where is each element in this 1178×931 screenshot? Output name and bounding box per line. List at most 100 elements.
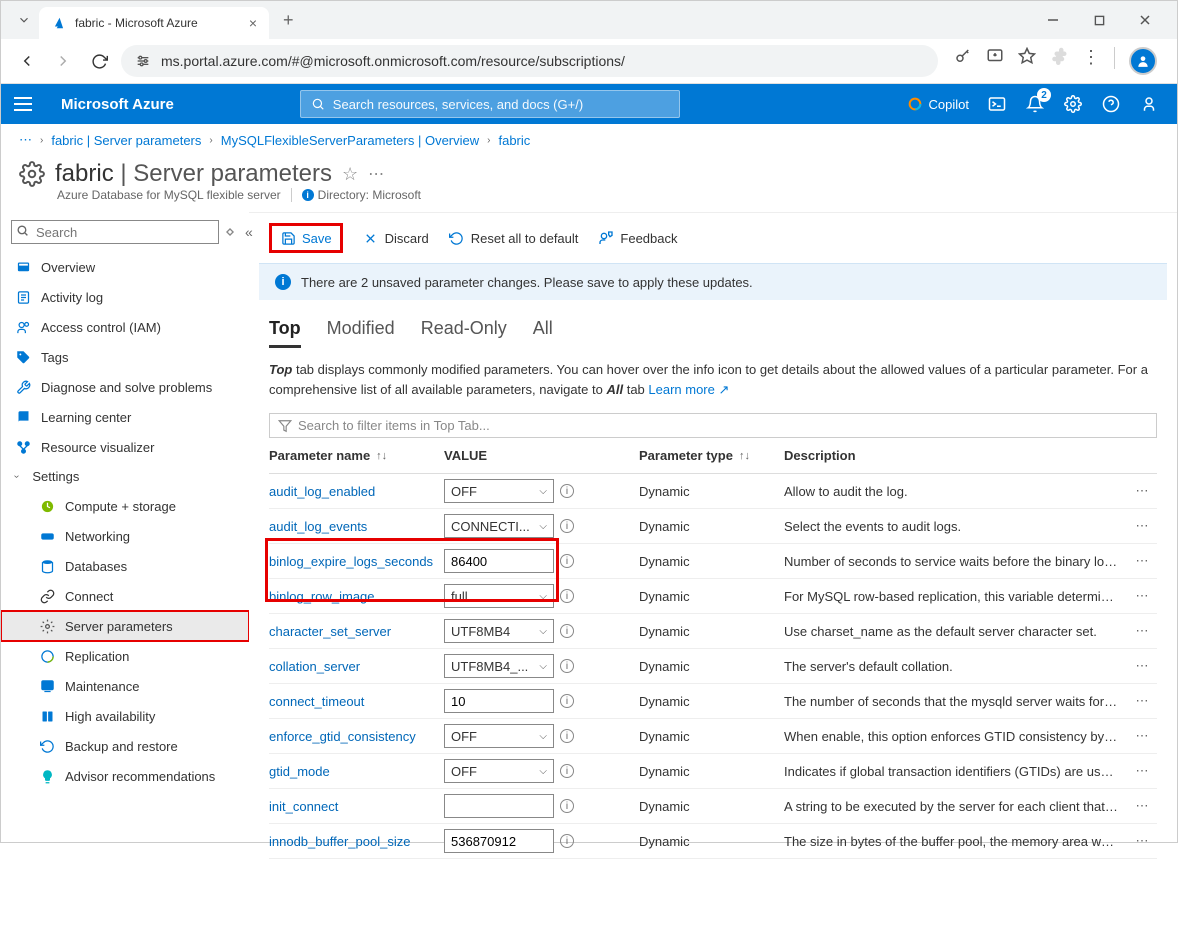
- sort-icon[interactable]: ↑↓: [376, 450, 387, 462]
- col-header-name[interactable]: Parameter name: [269, 448, 370, 463]
- notifications-icon[interactable]: 2: [1025, 94, 1045, 114]
- row-actions-icon[interactable]: ⋯: [1136, 518, 1149, 533]
- value-input[interactable]: [444, 829, 554, 853]
- sidebar-item[interactable]: Server parameters: [1, 611, 249, 641]
- info-icon[interactable]: i: [560, 554, 574, 568]
- info-icon[interactable]: i: [560, 484, 574, 498]
- reload-button[interactable]: [85, 47, 113, 75]
- row-actions-icon[interactable]: ⋯: [1136, 483, 1149, 498]
- info-icon[interactable]: i: [560, 659, 574, 673]
- col-header-desc[interactable]: Description: [784, 448, 856, 463]
- row-actions-icon[interactable]: ⋯: [1136, 833, 1149, 848]
- value-input[interactable]: [444, 794, 554, 818]
- parameter-link[interactable]: connect_timeout: [269, 694, 364, 709]
- close-window-button[interactable]: [1131, 6, 1159, 34]
- sidebar-item[interactable]: Networking: [1, 521, 249, 551]
- col-header-type[interactable]: Parameter type: [639, 448, 733, 463]
- sidebar-item[interactable]: High availability: [1, 701, 249, 731]
- info-icon[interactable]: i: [560, 834, 574, 848]
- tab-readonly[interactable]: Read-Only: [421, 318, 507, 348]
- row-actions-icon[interactable]: ⋯: [1136, 588, 1149, 603]
- feedback-button[interactable]: Feedback: [598, 230, 677, 246]
- parameter-link[interactable]: audit_log_enabled: [269, 484, 375, 499]
- collapse-sidebar-button[interactable]: «: [241, 222, 257, 242]
- parameter-link[interactable]: audit_log_events: [269, 519, 367, 534]
- close-tab-icon[interactable]: ×: [249, 15, 257, 31]
- value-select[interactable]: OFF⌵: [444, 479, 554, 503]
- tab-modified[interactable]: Modified: [327, 318, 395, 348]
- row-actions-icon[interactable]: ⋯: [1136, 658, 1149, 673]
- value-select[interactable]: UTF8MB4_...⌵: [444, 654, 554, 678]
- site-settings-icon[interactable]: [135, 54, 151, 68]
- help-icon[interactable]: [1101, 94, 1121, 114]
- learn-more-link[interactable]: Learn more: [648, 382, 714, 397]
- brand-logo[interactable]: Microsoft Azure: [45, 96, 190, 113]
- tab-top[interactable]: Top: [269, 318, 301, 348]
- breadcrumb-overflow[interactable]: ⋯: [19, 132, 32, 148]
- favorite-icon[interactable]: ☆: [342, 164, 358, 185]
- sidebar-item[interactable]: Databases: [1, 551, 249, 581]
- sidebar-item[interactable]: Tags: [1, 342, 249, 372]
- browser-tab[interactable]: fabric - Microsoft Azure ×: [39, 7, 269, 39]
- save-button[interactable]: Save: [269, 223, 343, 253]
- table-search-input[interactable]: Search to filter items in Top Tab...: [269, 413, 1157, 438]
- sidebar-item[interactable]: Resource visualizer: [1, 432, 249, 462]
- menu-button[interactable]: [1, 84, 45, 124]
- parameter-link[interactable]: collation_server: [269, 659, 360, 674]
- breadcrumb-item[interactable]: fabric: [498, 133, 530, 148]
- parameter-link[interactable]: binlog_row_image: [269, 589, 375, 604]
- maximize-button[interactable]: [1085, 6, 1113, 34]
- value-input[interactable]: [444, 689, 554, 713]
- parameter-link[interactable]: innodb_buffer_pool_size: [269, 834, 410, 849]
- more-actions-icon[interactable]: ⋯: [368, 164, 384, 184]
- value-select[interactable]: full⌵: [444, 584, 554, 608]
- info-icon[interactable]: i: [560, 764, 574, 778]
- minimize-button[interactable]: [1039, 6, 1067, 34]
- info-icon[interactable]: i: [560, 729, 574, 743]
- info-icon[interactable]: i: [560, 519, 574, 533]
- parameter-link[interactable]: enforce_gtid_consistency: [269, 729, 416, 744]
- value-select[interactable]: OFF⌵: [444, 724, 554, 748]
- expand-icon[interactable]: ⋄: [225, 222, 235, 242]
- global-search-input[interactable]: Search resources, services, and docs (G+…: [300, 90, 680, 118]
- sidebar-item[interactable]: Learning center: [1, 402, 249, 432]
- row-actions-icon[interactable]: ⋯: [1136, 553, 1149, 568]
- info-icon[interactable]: i: [560, 799, 574, 813]
- copilot-button[interactable]: Copilot: [907, 96, 969, 112]
- key-icon[interactable]: [954, 47, 972, 75]
- feedback-icon[interactable]: [1139, 94, 1159, 114]
- install-icon[interactable]: [986, 47, 1004, 75]
- sidebar-group-settings[interactable]: ›Settings: [1, 462, 249, 491]
- menu-icon[interactable]: ⋮: [1082, 47, 1100, 75]
- parameter-link[interactable]: init_connect: [269, 799, 338, 814]
- forward-button[interactable]: [49, 47, 77, 75]
- row-actions-icon[interactable]: ⋯: [1136, 728, 1149, 743]
- value-select[interactable]: UTF8MB4⌵: [444, 619, 554, 643]
- sidebar-item[interactable]: Overview: [1, 252, 249, 282]
- sidebar-search-input[interactable]: [11, 220, 219, 244]
- reset-button[interactable]: Reset all to default: [449, 230, 579, 246]
- sort-icon[interactable]: ↑↓: [739, 450, 750, 462]
- row-actions-icon[interactable]: ⋯: [1136, 693, 1149, 708]
- value-select[interactable]: CONNECTI...⌵: [444, 514, 554, 538]
- value-select[interactable]: OFF⌵: [444, 759, 554, 783]
- sidebar-item[interactable]: Compute + storage: [1, 491, 249, 521]
- sidebar-item[interactable]: Maintenance: [1, 671, 249, 701]
- row-actions-icon[interactable]: ⋯: [1136, 763, 1149, 778]
- sidebar-item[interactable]: Connect: [1, 581, 249, 611]
- bookmark-icon[interactable]: [1018, 47, 1036, 75]
- sidebar-item[interactable]: Access control (IAM): [1, 312, 249, 342]
- breadcrumb-item[interactable]: MySQLFlexibleServerParameters | Overview: [221, 133, 479, 148]
- tab-all[interactable]: All: [533, 318, 553, 348]
- sidebar-item[interactable]: Activity log: [1, 282, 249, 312]
- parameter-link[interactable]: gtid_mode: [269, 764, 330, 779]
- row-actions-icon[interactable]: ⋯: [1136, 623, 1149, 638]
- discard-button[interactable]: Discard: [363, 230, 429, 246]
- sidebar-item[interactable]: Replication: [1, 641, 249, 671]
- settings-icon[interactable]: [1063, 94, 1083, 114]
- parameter-link[interactable]: binlog_expire_logs_seconds: [269, 554, 433, 569]
- sidebar-item[interactable]: Backup and restore: [1, 731, 249, 761]
- tab-dropdown-icon[interactable]: [9, 13, 39, 27]
- info-icon[interactable]: i: [560, 589, 574, 603]
- info-icon[interactable]: i: [560, 624, 574, 638]
